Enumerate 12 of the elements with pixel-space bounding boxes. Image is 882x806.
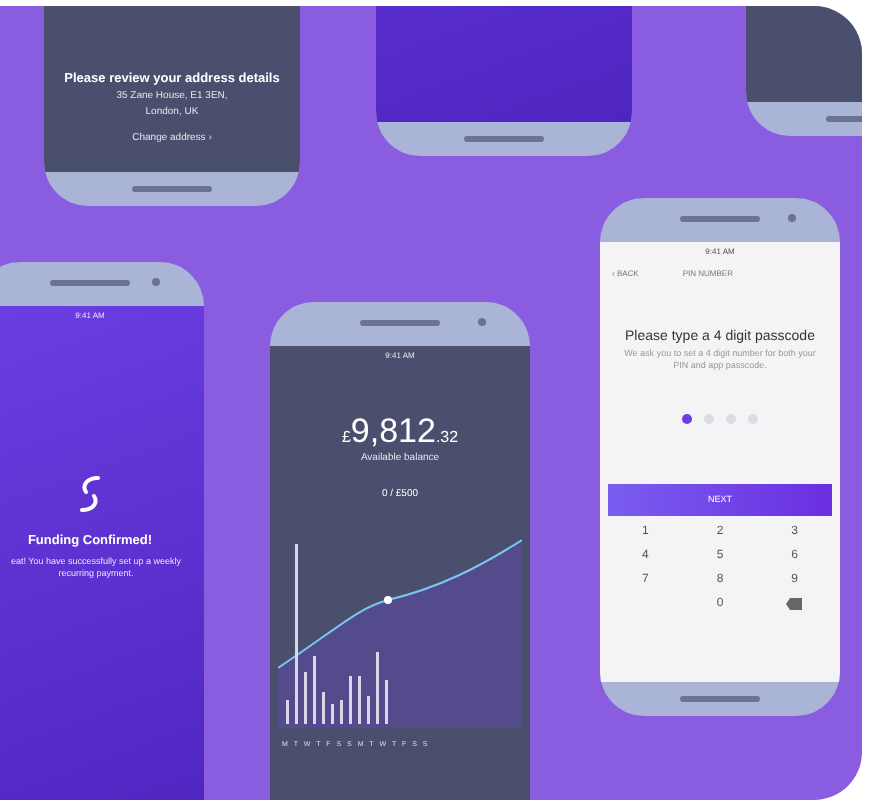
camera-dot — [478, 318, 486, 326]
backspace-icon[interactable] — [786, 597, 803, 610]
home-indicator — [132, 186, 212, 192]
home-indicator — [680, 696, 760, 702]
loading-logo-icon — [78, 474, 102, 514]
speaker-slit — [360, 320, 440, 326]
camera-dot — [788, 214, 796, 222]
balance-amount: £9,812.32 — [341, 412, 459, 452]
home-indicator — [464, 136, 544, 142]
speaker-slit — [50, 280, 130, 286]
camera-dot — [152, 278, 160, 286]
speaker-slit — [680, 216, 760, 222]
